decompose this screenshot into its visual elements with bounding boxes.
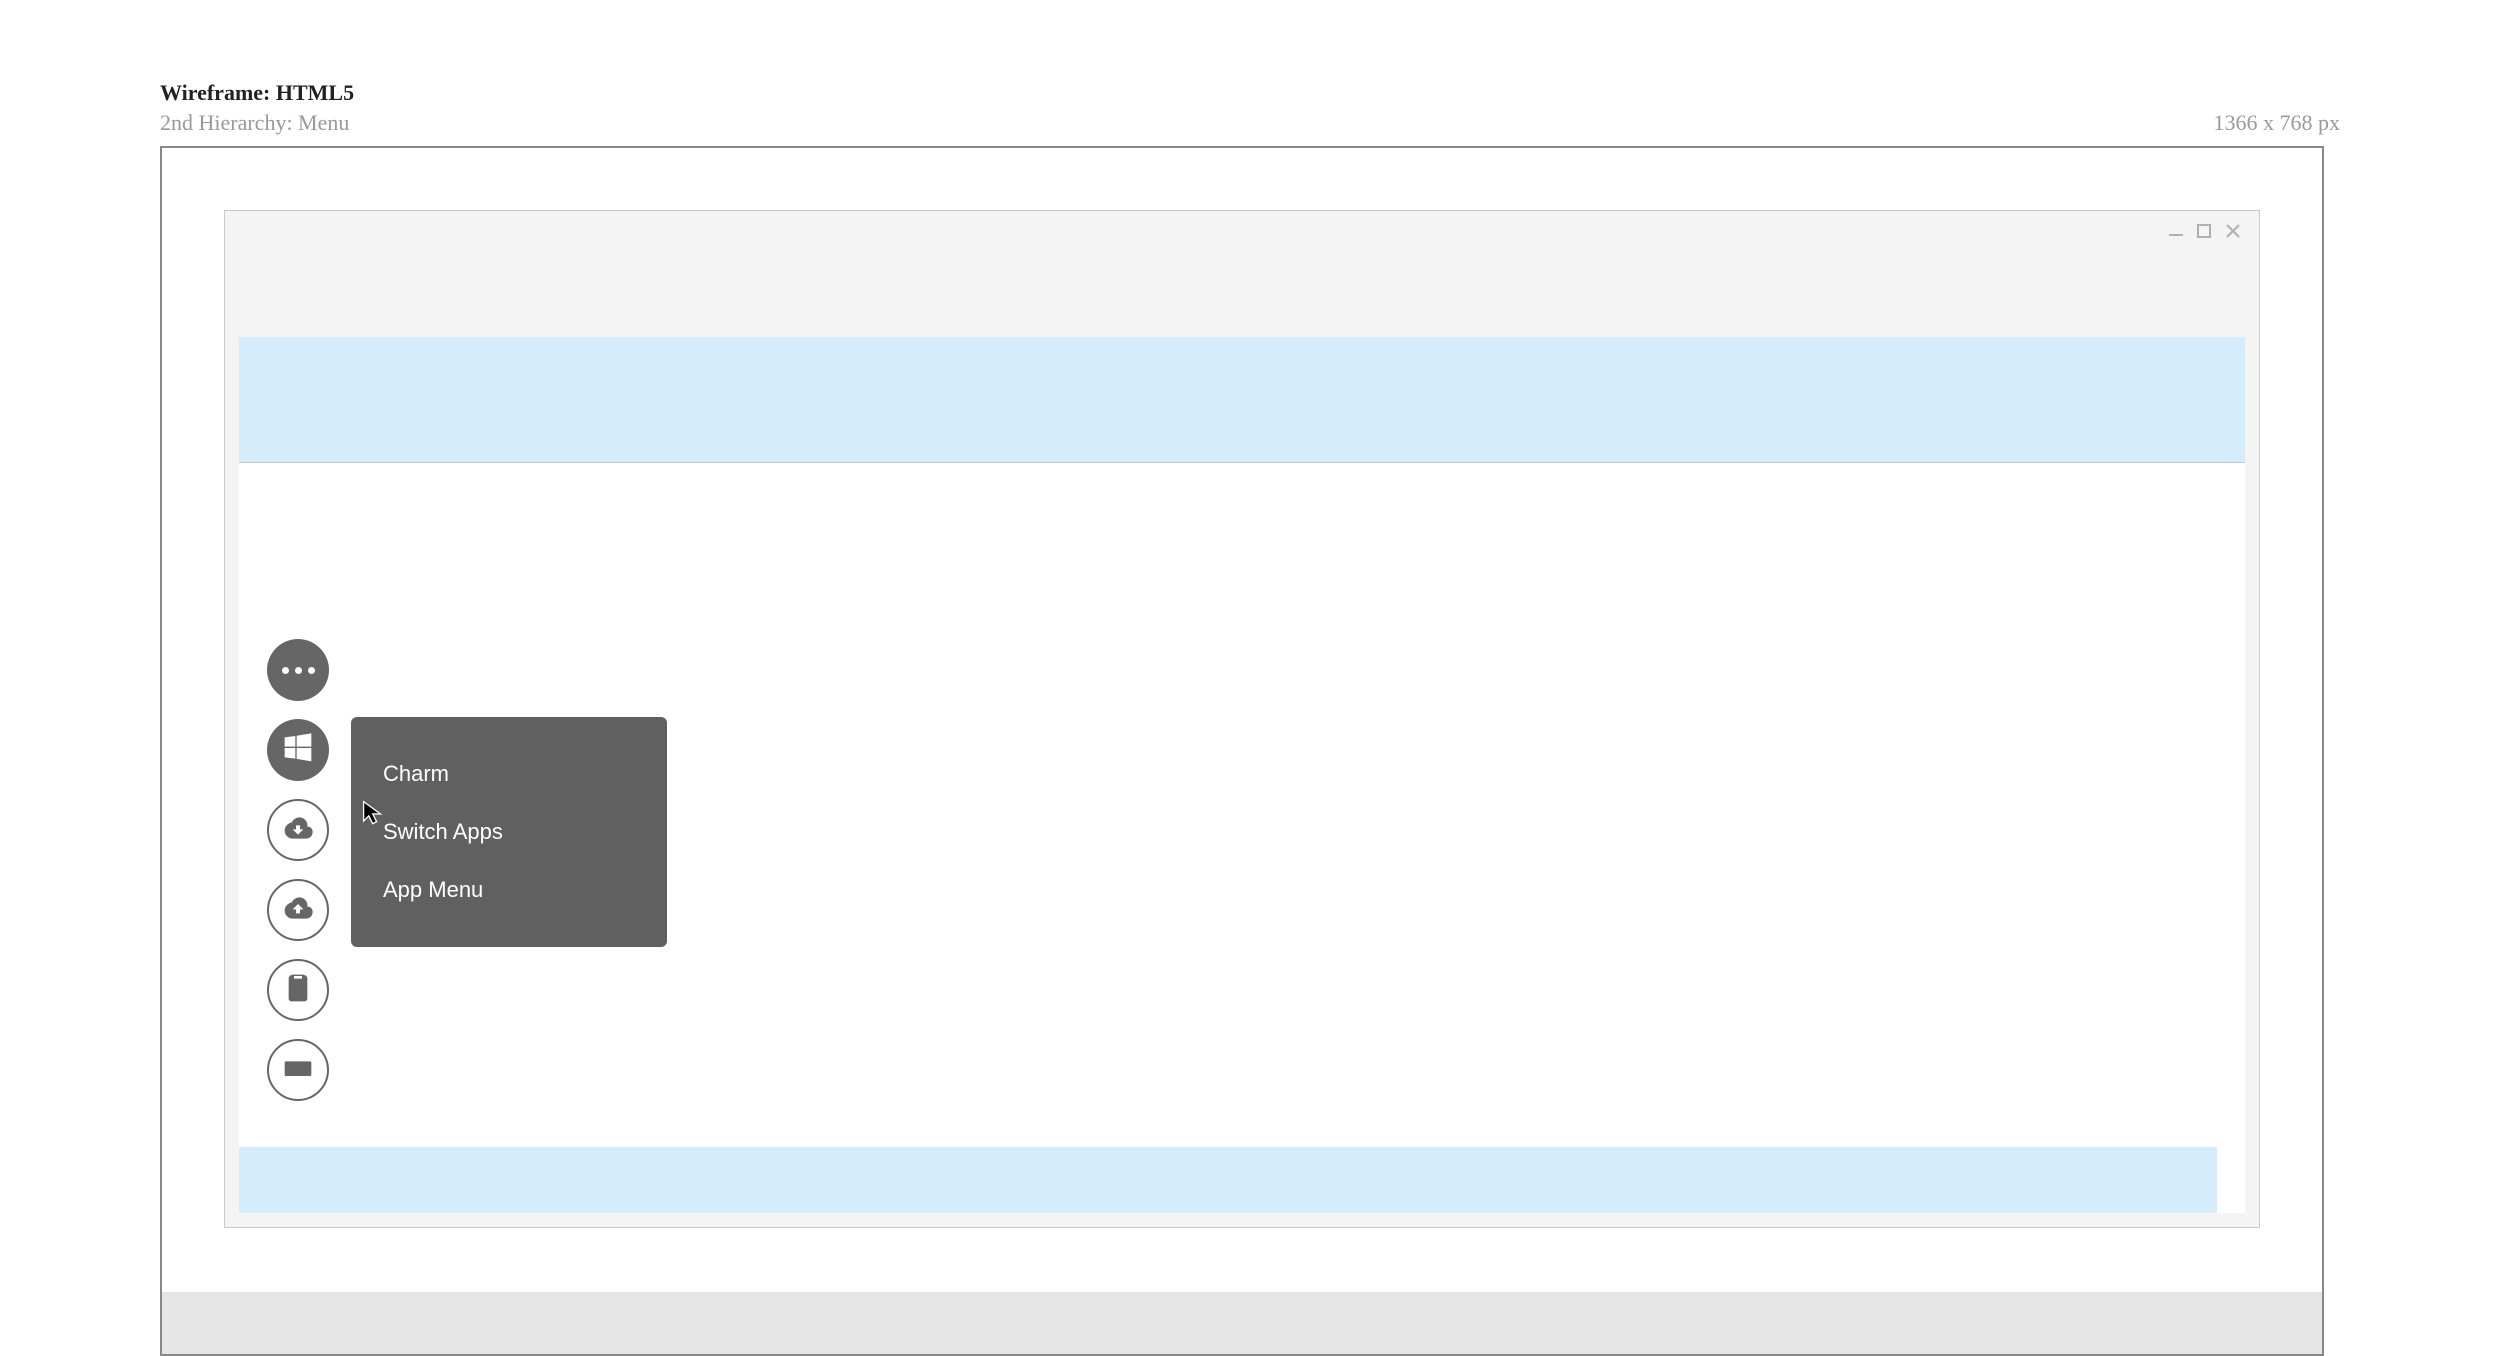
menu-item-switch-apps[interactable]: Switch Apps	[351, 803, 667, 861]
ribbon-bottom	[239, 1147, 2217, 1213]
more-icon	[282, 667, 315, 674]
keyboard-icon	[282, 1052, 314, 1089]
cloud-download-button[interactable]	[267, 799, 329, 861]
menu-item-charm[interactable]: Charm	[351, 745, 667, 803]
canvas-frame: Charm Switch Apps App Menu	[160, 146, 2324, 1356]
cloud-upload-icon	[282, 892, 314, 929]
vertical-toolbar	[267, 639, 329, 1101]
hierarchy-label: 2nd Hierarchy: Menu	[160, 110, 354, 136]
clipboard-icon	[282, 972, 314, 1009]
minimize-button[interactable]	[2169, 226, 2183, 236]
more-button[interactable]	[267, 639, 329, 701]
close-button[interactable]	[2225, 223, 2241, 239]
dimensions-label: 1366 x 768 px	[2214, 110, 2341, 136]
taskbar	[162, 1292, 2322, 1354]
windows-icon	[282, 732, 314, 769]
cloud-download-icon	[282, 812, 314, 849]
menu-item-app-menu[interactable]: App Menu	[351, 861, 667, 919]
window-controls	[2169, 223, 2241, 239]
cloud-upload-button[interactable]	[267, 879, 329, 941]
clipboard-button[interactable]	[267, 959, 329, 1021]
content-main: Charm Switch Apps App Menu	[239, 463, 2217, 1147]
wireframe-title: Wireframe: HTML5	[160, 80, 354, 106]
maximize-button[interactable]	[2197, 224, 2211, 238]
windows-button[interactable]	[267, 719, 329, 781]
popup-menu: Charm Switch Apps App Menu	[351, 717, 667, 947]
meta-header: Wireframe: HTML5 2nd Hierarchy: Menu 136…	[160, 80, 2340, 136]
content-area: Charm Switch Apps App Menu	[239, 337, 2245, 1213]
ribbon-top	[239, 337, 2245, 463]
app-window: Charm Switch Apps App Menu	[224, 210, 2260, 1228]
keyboard-button[interactable]	[267, 1039, 329, 1101]
